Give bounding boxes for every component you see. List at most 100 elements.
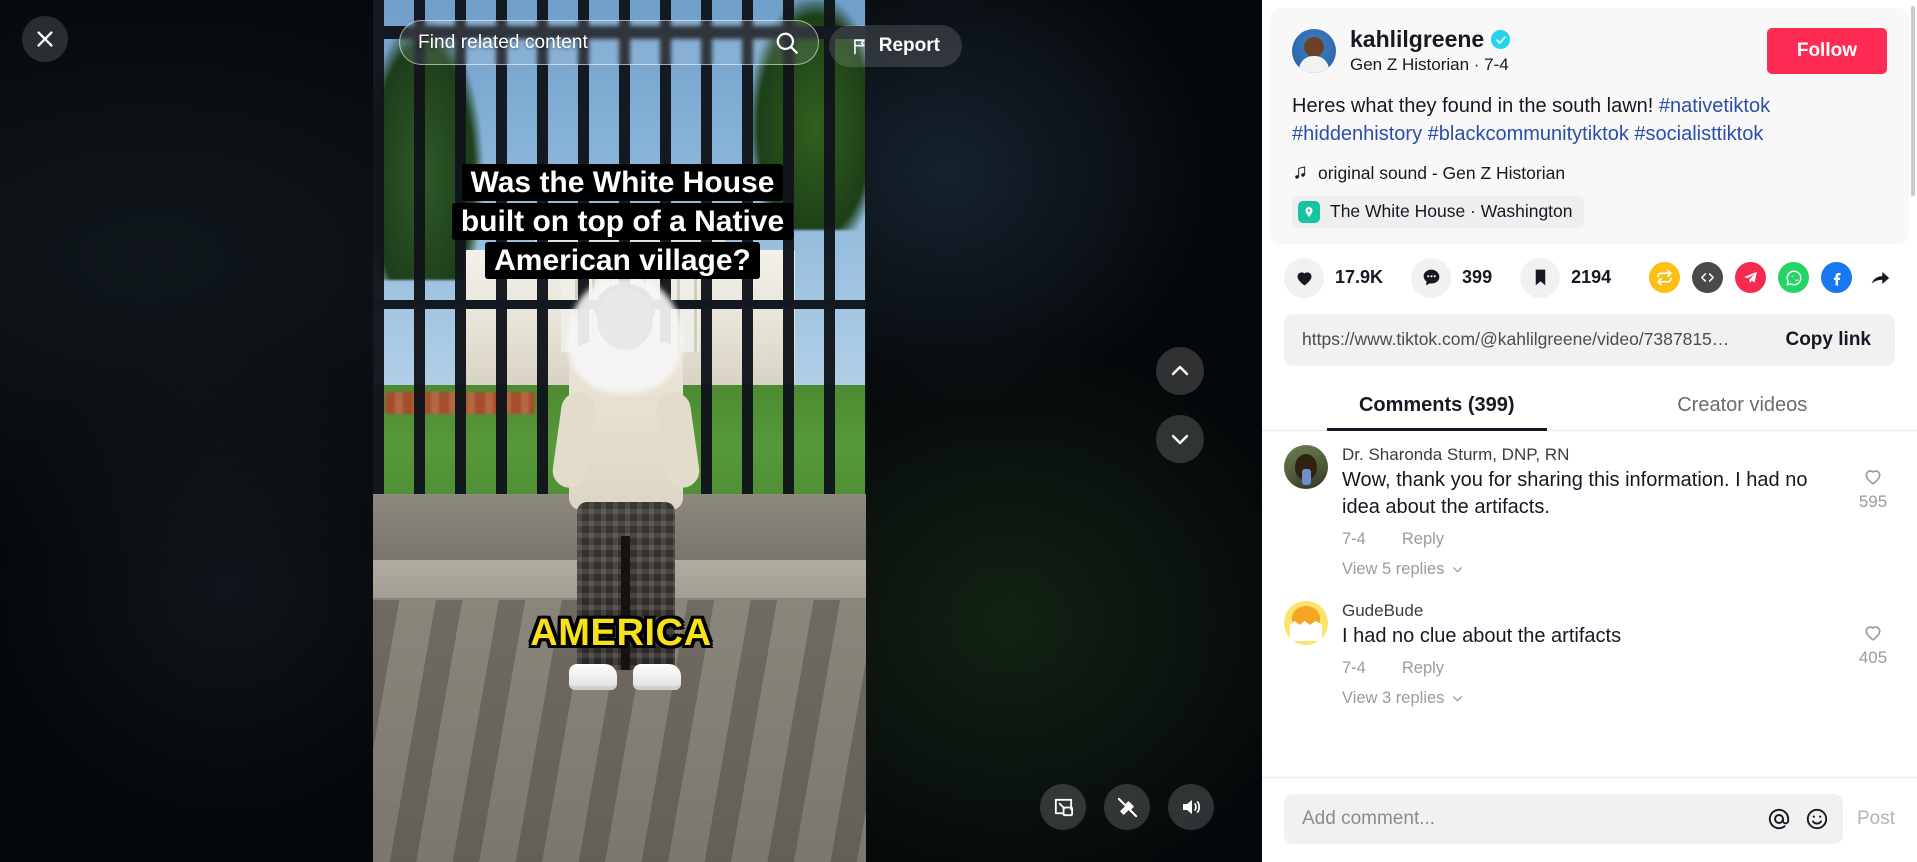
comment-count: 399 [1462,267,1493,288]
video-player[interactable] [373,0,866,862]
author-info-card: kahlilgreene Gen Z Historian · 7-4 Follo… [1270,8,1909,244]
volume-on-icon[interactable] [1168,784,1214,830]
video-controls [1040,784,1214,830]
username-line: kahlilgreene [1350,26,1753,53]
comment-text: Wow, thank you for sharing this informat… [1342,468,1808,519]
comment-body: GudeBude I had no clue about the artifac… [1342,601,1837,708]
comment-reply-button[interactable]: Reply [1402,659,1444,678]
facebook-icon[interactable] [1821,262,1852,294]
search-icon[interactable] [774,30,800,56]
comment-date: 7-4 [1342,529,1366,548]
music-row[interactable]: original sound - Gen Z Historian [1292,163,1887,184]
tiktok-video-modal: Find related content Was the White House… [0,0,1917,862]
author-avatar[interactable] [1292,28,1336,73]
report-button[interactable]: Report [828,25,962,67]
commenter-avatar[interactable] [1284,444,1328,489]
telegram-icon[interactable] [1735,262,1766,294]
comment-input-wrapper[interactable] [1284,794,1843,844]
video-overlay-america: AMERICA [530,612,712,654]
comment-like-count: 595 [1858,491,1888,511]
comment-button[interactable]: 399 [1411,257,1493,298]
tab-creator-videos[interactable]: Creator videos [1590,380,1896,430]
close-button[interactable] [22,16,68,62]
comment-icon [1411,257,1452,298]
share-link-bar: https://www.tiktok.com/@kahlilgreene/vid… [1284,313,1895,366]
video-stage: Find related content Was the White House… [0,0,1262,862]
commenter-name[interactable]: Dr. Sharonda Sturm, DNP, RN [1342,445,1837,465]
comment-text: I had no clue about the artifacts [1342,624,1622,647]
embed-code-icon[interactable] [1692,262,1723,294]
find-related-content-search[interactable]: Find related content [399,20,819,65]
add-comment-bar: Post [1262,777,1917,862]
music-note-icon [1292,164,1308,182]
share-icons-row [1649,262,1895,294]
person-shoe-right [633,664,681,690]
comment-reply-button[interactable]: Reply [1402,530,1444,549]
share-arrow-icon[interactable] [1864,262,1895,293]
video-info-panel: kahlilgreene Gen Z Historian · 7-4 Follo… [1262,0,1917,862]
emoji-icon[interactable] [1805,807,1829,831]
face-blur-overlay [567,276,683,394]
description-text: Heres what they found in the south lawn! [1292,95,1659,117]
engagement-row: 17.9K 399 2194 [1262,244,1917,308]
bookmark-count: 2194 [1571,267,1612,288]
whatsapp-icon[interactable] [1778,262,1809,294]
like-button[interactable]: 17.9K [1284,257,1384,298]
panel-tabs: Comments (399) Creator videos [1262,380,1917,431]
video-description: Heres what they found in the south lawn!… [1292,92,1887,149]
next-video-button[interactable] [1156,415,1204,463]
bookmark-icon [1520,257,1561,298]
author-row: kahlilgreene Gen Z Historian · 7-4 Follo… [1292,26,1887,75]
hashtag-socialisttiktok[interactable]: #socialisttiktok [1634,123,1763,145]
comment-body: Dr. Sharonda Sturm, DNP, RN Wow, thank y… [1342,445,1837,579]
comment-like-button[interactable]: 405 [1851,601,1895,708]
view-replies-label: View 5 replies [1342,559,1445,578]
comment-input[interactable] [1302,808,1753,830]
heart-icon [1284,257,1324,298]
hashtag-hiddenhistory[interactable]: #hiddenhistory [1292,123,1422,145]
commenter-avatar[interactable] [1284,600,1328,645]
post-comment-button[interactable]: Post [1857,808,1895,830]
commenter-name[interactable]: GudeBude [1342,601,1837,621]
comment-like-count: 405 [1858,647,1888,667]
panel-scroll-area: kahlilgreene Gen Z Historian · 7-4 Follo… [1262,0,1917,777]
comments-list: Dr. Sharonda Sturm, DNP, RN Wow, thank y… [1262,431,1917,708]
comment-date: 7-4 [1342,658,1366,677]
copy-link-button[interactable]: Copy link [1769,318,1887,361]
at-mention-icon[interactable] [1767,807,1791,831]
author-names: kahlilgreene Gen Z Historian · 7-4 [1350,26,1753,75]
comment-like-button[interactable]: 595 [1851,445,1895,579]
heart-outline-icon [1862,465,1884,487]
tab-comments[interactable]: Comments (399) [1284,380,1590,431]
previous-video-button[interactable] [1156,347,1204,395]
author-username[interactable]: kahlilgreene [1350,26,1484,53]
chevron-down-icon [1451,563,1464,576]
comment-meta: 7-4 Reply [1342,659,1837,678]
picture-in-picture-icon[interactable] [1040,784,1086,830]
video-url-text[interactable]: https://www.tiktok.com/@kahlilgreene/vid… [1302,329,1769,350]
person-shoe-left [569,664,617,690]
video-overlay-caption: Was the White House built on top of a Na… [451,164,794,279]
bookmark-button[interactable]: 2194 [1520,257,1612,298]
view-replies-button[interactable]: View 3 replies [1342,689,1837,708]
hashtag-nativetiktok[interactable]: #nativetiktok [1659,95,1770,117]
verified-badge-icon [1491,30,1511,49]
author-subline: Gen Z Historian · 7-4 [1350,55,1509,74]
video-text-overlay: Was the White House built on top of a Na… [435,163,810,280]
heart-outline-icon [1862,621,1884,643]
clear-mode-icon[interactable] [1104,784,1150,830]
view-replies-button[interactable]: View 5 replies [1342,560,1837,579]
comment-item: Dr. Sharonda Sturm, DNP, RN Wow, thank y… [1284,444,1895,579]
follow-button[interactable]: Follow [1766,27,1887,74]
report-label: Report [878,35,940,56]
music-label: original sound - Gen Z Historian [1318,162,1566,183]
comment-item: GudeBude I had no clue about the artifac… [1284,600,1895,708]
hashtag-blackcommunitytiktok[interactable]: #blackcommunitytiktok [1428,123,1629,145]
chevron-down-icon [1451,692,1464,705]
like-count: 17.9K [1335,267,1384,288]
location-label: The White House · Washington [1330,201,1573,222]
repost-icon[interactable] [1649,262,1680,294]
location-badge[interactable]: The White House · Washington [1292,195,1584,228]
panel-scrollbar[interactable] [1911,6,1915,196]
location-pin-icon [1298,200,1320,223]
